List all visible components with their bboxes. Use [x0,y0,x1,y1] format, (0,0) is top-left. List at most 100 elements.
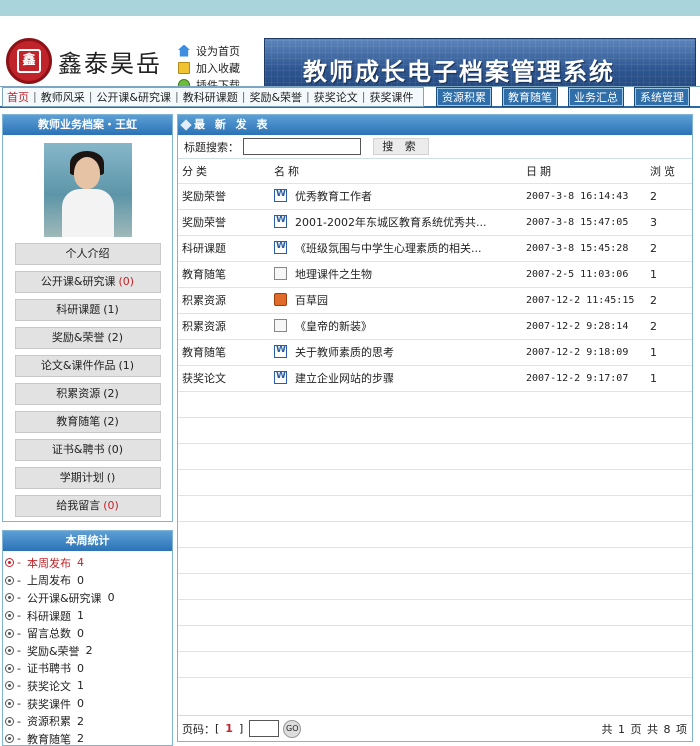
circle-bullet-icon [5,681,14,691]
empty-row [178,547,692,574]
stat-item[interactable]: - 奖励&荣誉 2 [3,642,172,660]
stat-item[interactable]: - 公开课&研究课 0 [3,589,172,607]
nav-admin-button[interactable]: 系统管理 [634,86,690,107]
site-logo[interactable]: 鑫 鑫泰昊岳 [6,38,174,84]
circle-bullet-icon [5,575,14,585]
stat-item[interactable]: - 教育随笔 2 [3,730,172,746]
menu-leave-message[interactable]: 给我留言 (0) [14,495,161,517]
teacher-photo [43,143,132,237]
nav-courseware[interactable]: 获奖课件 [365,89,417,105]
set-homepage-link[interactable]: 设为首页 [178,42,258,59]
menu-essays[interactable]: 教育随笔 (2) [14,411,161,433]
nav-secondary: 资源积累 教育随笔 业务汇总 系统管理 [436,86,700,107]
post-title-link[interactable]: 《班级氛围与中学生心理素质的相关... [295,242,482,255]
nav-papers[interactable]: 获奖论文 [310,89,362,105]
menu-papers[interactable]: 论文&课件作品 (1) [14,355,161,377]
search-label: 标题搜索： [184,140,239,154]
post-title-link[interactable]: 百草园 [295,294,328,307]
word-doc-icon [274,241,287,254]
add-favorite-link[interactable]: 加入收藏 [178,59,258,76]
table-row[interactable]: 积累资源 《皇帝的新装》 2007-12-2 9:28:14 2 [178,313,692,340]
table-row[interactable]: 教育随笔 关于教师素质的思考 2007-12-2 9:18:09 1 [178,339,692,366]
stat-item[interactable]: - 本周发布 4 [3,554,172,572]
post-title-link[interactable]: 关于教师素质的思考 [295,346,394,359]
circle-bullet-icon [5,611,14,621]
nav-resources-button[interactable]: 资源积累 [436,86,492,107]
table-row[interactable]: 奖励荣誉 2001-2002年东城区教育系统优秀共... 2007-3-8 15… [178,209,692,236]
circle-bullet-icon [5,646,14,656]
banner-title: 教师成长电子档案管理系统 [303,58,615,86]
post-title-link[interactable]: 《皇帝的新装》 [295,320,372,333]
header: 鑫 鑫泰昊岳 设为首页 加入收藏 插件下载 教师成长电子档案管理系统 [0,16,700,96]
nav-primary: 首页 | 教师风采 | 公开课&研究课 | 教科研课题 | 奖励&荣誉 | 获奖论文 | 获… [2,86,424,107]
post-title-link[interactable]: 地理课件之生物 [295,268,372,281]
empty-row [178,417,692,444]
folder-icon [178,61,190,74]
table-row[interactable]: 积累资源 百草园 2007-12-2 11:45:15 2 [178,287,692,314]
empty-row [178,651,692,678]
post-title-link[interactable]: 2001-2002年东城区教育系统优秀共... [295,216,486,229]
menu-open-class[interactable]: 公开课&研究课 (0) [14,271,161,293]
stats-title: 本周统计 [3,531,172,551]
nav-open-class[interactable]: 公开课&研究课 [92,89,175,105]
latest-posts-title: 最 新 发 表 [178,115,692,135]
stat-item[interactable]: - 留言总数 0 [3,624,172,642]
empty-row [178,469,692,496]
menu-intro[interactable]: 个人介绍 [14,243,161,265]
home-icon [178,44,190,57]
pagination: 页码： [ 1 ] GO 共 1 页 共 8 项 [178,715,692,741]
stat-item[interactable]: - 证书聘书 0 [3,660,172,678]
go-button[interactable]: GO [283,719,302,738]
nav-summary-button[interactable]: 业务汇总 [568,86,624,107]
table-header-row: 分类 名称 日期 浏览 [178,159,692,184]
profile-menu: 个人介绍 公开课&研究课 (0) 科研课题 (1) 奖励&荣誉 (2) 论文&课件作品… [3,243,172,517]
empty-row [178,573,692,600]
menu-research[interactable]: 科研课题 (1) [14,299,161,321]
word-doc-icon [274,345,287,358]
search-button[interactable]: 搜 索 [373,138,429,155]
page-jump-input[interactable] [249,720,280,737]
pager-total: 共 1 页 共 8 项 [601,722,688,736]
title-search-input[interactable] [243,138,361,155]
stat-item[interactable]: - 上周发布 0 [3,572,172,590]
menu-certificates[interactable]: 证书&聘书 (0) [14,439,161,461]
table-row[interactable]: 科研课题 《班级氛围与中学生心理素质的相关... 2007-3-8 15:45:… [178,235,692,262]
circle-bullet-icon [5,628,14,638]
table-row[interactable]: 奖励荣誉 优秀教育工作者 2007-3-8 16:14:43 2 [178,183,692,210]
column-header-name: 名称 [270,159,522,184]
stat-item[interactable]: - 获奖课件 0 [3,695,172,713]
table-row[interactable]: 教育随笔 地理课件之生物 2007-2-5 11:03:06 1 [178,261,692,288]
word-doc-icon [274,371,287,384]
current-page-link[interactable]: 1 [225,722,233,735]
profile-panel: 教师业务档案・王虹 个人介绍 公开课&研究课 (0) 科研课题 (1) 奖励&荣誉(… [2,114,173,522]
empty-row [178,391,692,418]
circle-bullet-icon [5,558,14,568]
nav-awards[interactable]: 奖励&荣誉 [245,89,306,105]
menu-semester-plan[interactable]: 学期计划() [14,467,161,489]
menu-resources[interactable]: 积累资源 (2) [14,383,161,405]
pager-label: 页码： [182,722,215,736]
stat-item[interactable]: - 资源积累 2 [3,712,172,730]
menu-awards[interactable]: 奖励&荣誉 (2) [14,327,161,349]
nav-home[interactable]: 首页 [3,89,33,105]
circle-bullet-icon [5,593,14,603]
profile-title: 教师业务档案・王虹 [3,115,172,135]
stat-item[interactable]: - 获奖论文 1 [3,677,172,695]
text-doc-icon [274,319,287,332]
empty-row [178,521,692,548]
table-row[interactable]: 获奖论文 建立企业网站的步骤 2007-12-2 9:17:07 1 [178,365,692,392]
post-title-link[interactable]: 建立企业网站的步骤 [295,372,394,385]
post-title-link[interactable]: 优秀教育工作者 [295,190,372,203]
column-header-date: 日期 [522,159,646,184]
word-doc-icon [274,189,287,202]
nav-teacher-profile[interactable]: 教师风采 [37,89,89,105]
column-header-category: 分类 [178,159,270,184]
top-strip [0,0,700,16]
stat-item[interactable]: - 科研课题 1 [3,607,172,625]
nav-research[interactable]: 教科研课题 [179,89,242,105]
weekly-stats-panel: 本周统计 - 本周发布 4 - 上周发布 0 - 公开课&研究课 0 - 科研课题 1 - 留言总… [2,530,173,746]
main-nav: 首页 | 教师风采 | 公开课&研究课 | 教科研课题 | 奖励&荣誉 | 获奖论文 | 获… [0,86,700,108]
circle-bullet-icon [5,663,14,673]
stats-list: - 本周发布 4 - 上周发布 0 - 公开课&研究课 0 - 科研课题 1 - 留言总数 0 -奖… [3,551,172,746]
nav-essays-button[interactable]: 教育随笔 [502,86,558,107]
